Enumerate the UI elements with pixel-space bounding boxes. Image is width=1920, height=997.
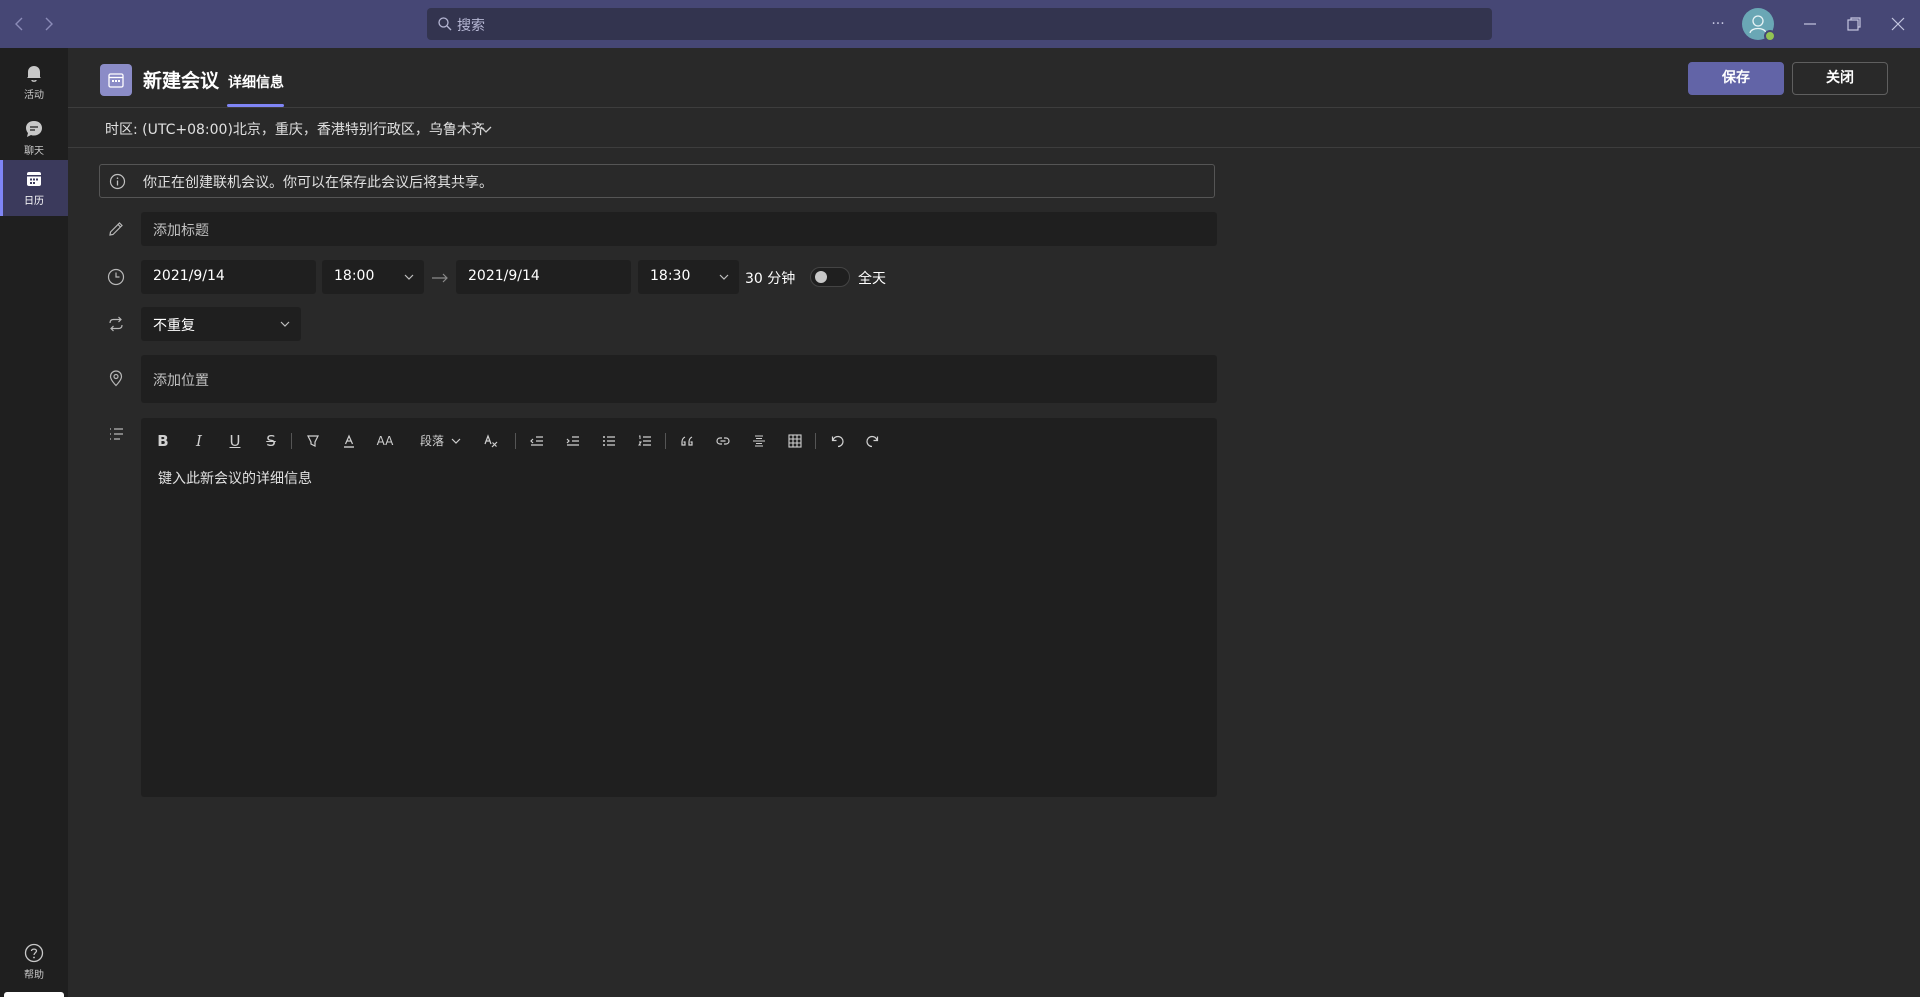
bell-icon (23, 62, 45, 84)
end-date-field[interactable]: 2021/9/14 (456, 260, 631, 294)
search-placeholder: 搜索 (457, 18, 485, 34)
search-icon (437, 16, 453, 32)
location-input[interactable]: 添加位置 (141, 355, 1217, 403)
meeting-calendar-icon (100, 64, 132, 96)
chevron-down-icon (717, 270, 731, 284)
rail-item-label: 活动 (24, 90, 44, 101)
chevron-down-icon (402, 270, 416, 284)
info-banner-text: 你正在创建联机会议。你可以在保存此会议后将其共享。 (143, 175, 493, 191)
calendar-icon (23, 168, 45, 190)
details-placeholder: 键入此新会议的详细信息 (158, 471, 312, 487)
rail-item-label: 帮助 (24, 970, 44, 981)
link-icon[interactable] (711, 429, 735, 453)
restore-icon[interactable] (1842, 12, 1866, 36)
bulleted-list-icon[interactable] (597, 429, 621, 453)
increase-indent-icon[interactable] (561, 429, 585, 453)
page-title: 新建会议 (143, 70, 220, 92)
rail-item-help[interactable]: 帮助 (0, 934, 68, 990)
toolbar-divider (665, 433, 666, 449)
chat-icon (23, 118, 45, 140)
forward-arrow-icon[interactable] (38, 14, 58, 34)
toolbar-divider (515, 433, 516, 449)
italic-icon[interactable]: I (187, 429, 211, 453)
undo-icon[interactable] (825, 429, 849, 453)
title-bar: 搜索 ··· (0, 0, 1920, 48)
repeat-select[interactable]: 不重复 (141, 307, 301, 341)
tab-details[interactable]: 详细信息 (228, 72, 284, 92)
end-time-select[interactable]: 18:30 (638, 260, 739, 294)
chevron-down-icon[interactable] (450, 435, 462, 447)
title-input[interactable]: 添加标题 (141, 212, 1217, 246)
toolbar-divider (291, 433, 292, 449)
search-input[interactable]: 搜索 (427, 8, 1492, 40)
toggle-knob (815, 271, 827, 283)
timezone-selector[interactable]: 时区: (UTC+08:00)北京，重庆，香港特别行政区，乌鲁木齐 (105, 119, 485, 139)
highlight-icon[interactable] (301, 429, 325, 453)
toolbar-divider (815, 433, 816, 449)
rail-bottom-indicator (4, 992, 64, 997)
rail-item-label: 日历 (24, 196, 44, 207)
avatar[interactable] (1742, 8, 1776, 42)
bold-icon[interactable]: B (151, 429, 175, 453)
font-size-icon[interactable]: AA (373, 429, 397, 453)
info-icon (109, 173, 126, 190)
title-placeholder: 添加标题 (153, 223, 209, 239)
location-pin-icon (106, 368, 126, 388)
underline-icon[interactable]: U (223, 429, 247, 453)
back-arrow-icon[interactable] (10, 14, 30, 34)
header-divider (68, 107, 1920, 108)
horizontal-rule-icon[interactable] (747, 429, 771, 453)
all-day-toggle[interactable] (810, 267, 850, 287)
rail-item-chat[interactable]: 聊天 (0, 110, 68, 166)
font-color-icon[interactable] (337, 429, 361, 453)
numbered-list-icon[interactable] (633, 429, 657, 453)
repeat-value: 不重复 (153, 318, 195, 334)
details-list-icon (106, 424, 126, 444)
start-time-select[interactable]: 18:00 (322, 260, 424, 294)
more-options-icon[interactable]: ··· (1706, 12, 1730, 36)
paragraph-style-select[interactable]: 段落 (420, 432, 444, 449)
save-button[interactable]: 保存 (1688, 62, 1784, 95)
chevron-down-icon[interactable] (478, 121, 494, 137)
redo-icon[interactable] (861, 429, 885, 453)
info-banner: 你正在创建联机会议。你可以在保存此会议后将其共享。 (99, 164, 1215, 198)
app-rail: 活动 聊天 日历 帮助 (0, 48, 68, 997)
all-day-label: 全天 (858, 271, 886, 287)
strikethrough-icon[interactable]: S (259, 429, 283, 453)
repeat-icon (106, 314, 126, 334)
table-icon[interactable] (783, 429, 807, 453)
end-date-value: 2021/9/14 (468, 268, 540, 284)
location-placeholder: 添加位置 (153, 373, 209, 389)
quote-icon[interactable] (675, 429, 699, 453)
minimize-icon[interactable] (1798, 12, 1822, 36)
end-time-value: 18:30 (650, 268, 691, 284)
chevron-down-icon (278, 317, 292, 331)
clock-icon (106, 267, 126, 287)
start-time-value: 18:00 (334, 268, 375, 284)
presence-available-icon (1764, 30, 1776, 42)
rail-item-calendar[interactable]: 日历 (0, 160, 68, 216)
rail-item-activity[interactable]: 活动 (0, 54, 68, 110)
start-date-field[interactable]: 2021/9/14 (141, 260, 316, 294)
pencil-icon (106, 219, 126, 239)
rail-item-label: 聊天 (24, 146, 44, 157)
close-button[interactable]: 关闭 (1792, 62, 1888, 95)
timezone-divider (68, 147, 1920, 148)
duration-label: 30 分钟 (745, 271, 796, 287)
clear-formatting-icon[interactable] (479, 429, 503, 453)
arrow-right-icon (430, 270, 450, 286)
help-icon (23, 942, 45, 964)
close-window-icon[interactable] (1886, 12, 1910, 36)
details-editor[interactable]: B I U S AA 段落 键入此新会议的详细信息 (141, 418, 1217, 797)
start-date-value: 2021/9/14 (153, 268, 225, 284)
decrease-indent-icon[interactable] (525, 429, 549, 453)
